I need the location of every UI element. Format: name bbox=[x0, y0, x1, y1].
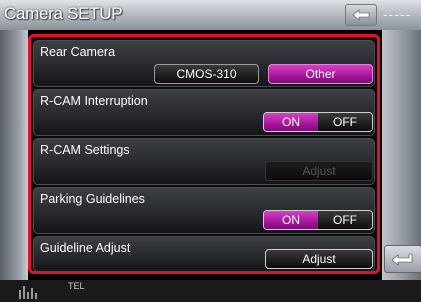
return-arrow-icon bbox=[391, 253, 413, 266]
tel-label[interactable]: TEL bbox=[68, 281, 85, 291]
setting-parking-guidelines: Parking Guidelines ON OFF bbox=[33, 187, 375, 234]
rcam-adjust-button[interactable]: Adjust bbox=[265, 161, 373, 181]
option-cmos-310-button[interactable]: CMOS-310 bbox=[154, 64, 259, 84]
setting-label: R-CAM Settings bbox=[40, 143, 130, 157]
setting-label: Rear Camera bbox=[40, 45, 116, 59]
settings-panel: Rear Camera CMOS-310 Other R-CAM Interru… bbox=[28, 34, 380, 274]
option-other-button[interactable]: Other bbox=[268, 64, 373, 84]
off-option[interactable]: OFF bbox=[318, 113, 372, 131]
setting-label: R-CAM Interruption bbox=[40, 94, 148, 108]
header-status-text: ----- bbox=[383, 6, 412, 22]
guideline-adjust-button[interactable]: Adjust bbox=[265, 249, 373, 269]
parking-guidelines-toggle[interactable]: ON OFF bbox=[263, 210, 373, 230]
on-option[interactable]: ON bbox=[264, 113, 318, 131]
setting-rear-camera: Rear Camera CMOS-310 Other bbox=[33, 40, 375, 87]
bottom-bar bbox=[0, 280, 421, 302]
back-arrow-icon bbox=[352, 9, 370, 21]
off-option[interactable]: OFF bbox=[318, 211, 372, 229]
rcam-interruption-toggle[interactable]: ON OFF bbox=[263, 112, 373, 132]
on-option[interactable]: ON bbox=[264, 211, 318, 229]
equalizer-icon[interactable] bbox=[18, 283, 42, 299]
back-button[interactable] bbox=[345, 4, 377, 26]
setting-rcam-interruption: R-CAM Interruption ON OFF bbox=[33, 89, 375, 136]
setting-rcam-settings: R-CAM Settings Adjust bbox=[33, 138, 375, 185]
left-frame bbox=[0, 30, 28, 280]
setting-guideline-adjust: Guideline Adjust Adjust bbox=[33, 236, 375, 271]
setting-label: Guideline Adjust bbox=[40, 241, 131, 255]
page-title: Camera SETUP bbox=[4, 4, 123, 23]
setting-label: Parking Guidelines bbox=[40, 192, 145, 206]
right-frame bbox=[382, 30, 421, 280]
return-button[interactable] bbox=[384, 245, 421, 273]
